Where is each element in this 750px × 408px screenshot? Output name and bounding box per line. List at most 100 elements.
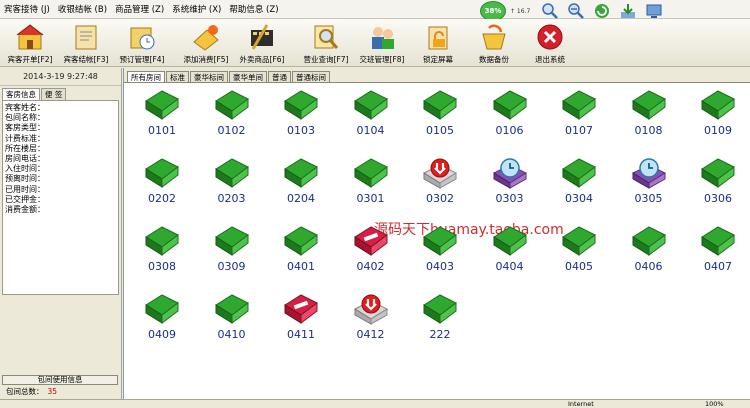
tab-room-info[interactable]: 客房信息 [2,88,40,100]
room-number: 0109 [704,124,732,137]
room-number: 0105 [426,124,454,137]
add-item-icon [193,25,219,51]
green-room-icon [562,158,596,188]
reserved-room-icon [422,158,458,189]
room-number: 0308 [148,260,176,273]
green-room-icon [492,226,527,256]
room-tile[interactable]: 0409 [132,293,192,351]
green-room-icon [631,90,666,120]
room-tile[interactable]: 0106 [480,89,540,147]
info-field: 预离时间： [5,174,45,184]
tab-room-type-2[interactable]: 豪华标间 [190,71,228,82]
room-tile[interactable]: 0301 [341,157,401,215]
takeout-button[interactable]: 外卖商品[F6] [234,19,290,67]
green-room-icon [701,158,735,188]
room-tile[interactable]: 222 [410,293,470,351]
tab-room-type-3[interactable]: 豪华单间 [229,71,267,82]
guest-checkin-button[interactable]: 宾客开单[F2] [2,19,58,67]
room-tile[interactable]: 0305 [619,157,679,215]
green-room-icon [284,158,318,188]
close-icon [537,24,563,50]
room-tile[interactable]: 0411 [271,293,331,351]
room-tile[interactable]: 0102 [202,89,262,147]
room-tile[interactable]: 0306 [688,157,748,215]
people-icon [372,27,394,49]
room-tile[interactable]: 0104 [341,89,401,147]
info-field: 所在楼层： [5,143,45,153]
green-room-icon [701,90,735,120]
menu-item-0[interactable]: 宾客接待 (J) [4,3,50,15]
add-consumption-button[interactable]: 添加消费[F5] [178,19,234,67]
room-tile[interactable]: 0309 [202,225,262,283]
green-room-icon [353,90,388,120]
room-tile[interactable]: 0101 [132,89,192,147]
info-field: 客房类型： [5,123,45,133]
room-tile[interactable]: 0109 [688,89,748,147]
tab-notes[interactable]: 便 签 [41,88,67,100]
green-room-icon [562,90,596,120]
green-room-icon [214,90,249,120]
green-room-icon [631,226,666,256]
lock-icon [428,26,448,50]
menu-item-4[interactable]: 帮助信息 (Z) [229,3,278,15]
room-tile[interactable]: 0302 [410,157,470,215]
tab-room-type-1[interactable]: 标准 [166,71,189,82]
shift-handover-button[interactable]: 交班管理[F8] [354,19,410,67]
exit-system-button[interactable]: 退出系统 [522,19,578,67]
lock-screen-button[interactable]: 锁定屏幕 [410,19,466,67]
tab-room-type-0[interactable]: 所有房间 [127,71,165,82]
room-number: 0101 [148,124,176,137]
room-tile[interactable]: 0406 [619,225,679,283]
menu-item-1[interactable]: 收银结帐 (B) [58,3,107,15]
room-tile[interactable]: 0204 [271,157,331,215]
download-icon[interactable] [618,1,638,21]
speed-gauge: 38% [480,1,506,21]
room-tile[interactable]: 0103 [271,89,331,147]
room-number: 0404 [495,260,524,273]
room-tile[interactable]: 0107 [549,89,609,147]
room-number: 0301 [356,192,385,205]
room-tile[interactable]: 0202 [132,157,192,215]
reservation-button[interactable]: 预订管理[F4] [114,19,170,67]
room-tile[interactable]: 0410 [202,293,262,351]
monitor-icon[interactable] [644,1,664,21]
room-number: 0103 [287,124,315,137]
info-field: 已用时间： [5,184,45,194]
room-total-label: 包间总数： [6,387,44,396]
room-tile[interactable]: 0303 [480,157,540,215]
data-backup-button[interactable]: 数据备份 [466,19,522,67]
tab-room-type-5[interactable]: 普通标间 [292,71,330,82]
room-tile[interactable]: 0402 [341,225,401,283]
room-number: 0106 [495,124,524,137]
room-tile[interactable]: 0412 [341,293,401,351]
clock-room-icon [492,158,527,189]
toolbar-label: 交班管理[F8] [359,55,405,64]
room-tile[interactable]: 0401 [271,225,331,283]
info-field: 消费金额： [5,205,45,215]
green-room-icon [214,226,249,256]
room-tile[interactable]: 0203 [202,157,262,215]
room-tile[interactable]: 0105 [410,89,470,147]
business-query-button[interactable]: 营业查询[F7] [298,19,354,67]
tab-room-type-4[interactable]: 普通 [268,71,291,82]
room-tile[interactable]: 0404 [480,225,540,283]
room-tile[interactable]: 0407 [688,225,748,283]
zoom-out-icon[interactable] [566,1,586,21]
menu-item-3[interactable]: 系统维护 (X) [172,3,221,15]
green-room-icon [145,90,179,120]
room-number: 0107 [565,124,593,137]
room-usage-bar: 包间使用信息 [2,375,118,385]
menu-item-2[interactable]: 商品管理 (Z) [115,3,164,15]
room-number: 0411 [287,328,315,341]
zoom-in-icon[interactable] [540,1,560,21]
toolbar-label: 数据备份 [479,55,509,64]
room-tile[interactable]: 0405 [549,225,609,283]
guest-checkout-button[interactable]: 宾客结帐[F3] [58,19,114,67]
room-tile[interactable]: 0304 [549,157,609,215]
room-tile[interactable]: 0403 [410,225,470,283]
room-tile[interactable]: 0308 [132,225,192,283]
room-number: 0304 [565,192,593,205]
refresh-icon[interactable] [592,1,612,21]
room-number: 0202 [148,192,176,205]
room-tile[interactable]: 0108 [619,89,679,147]
